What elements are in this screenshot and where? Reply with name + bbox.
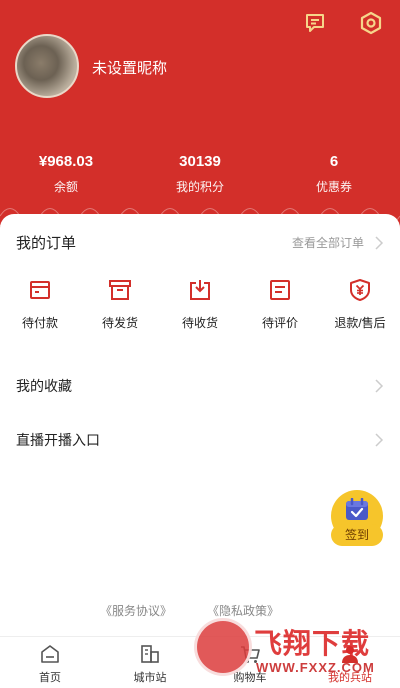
view-all-orders-link[interactable]: 查看全部订单: [292, 234, 364, 251]
tab-home[interactable]: 首页: [0, 637, 100, 688]
tab-label: 城市站: [133, 672, 167, 684]
stat-label: 余额: [53, 180, 78, 194]
receive-icon: [160, 276, 240, 304]
stat-points[interactable]: 30139 我的积分: [132, 152, 268, 195]
chevron-right-icon: [375, 379, 384, 393]
stat-balance[interactable]: ¥968.03 余额: [0, 152, 132, 195]
row-label: 直播开播入口: [16, 432, 100, 448]
orders-title: 我的订单: [16, 235, 77, 252]
home-icon: [39, 643, 61, 665]
order-pending-shipment[interactable]: 待发货: [80, 276, 160, 331]
stat-value: 30139: [179, 153, 221, 170]
watermark: 飞翔下载 WWW.FXXZ.COM: [190, 614, 390, 684]
review-icon: [240, 276, 320, 304]
refund-shield-icon: [320, 276, 400, 304]
city-icon: [139, 643, 161, 665]
order-label: 待评价: [261, 316, 298, 330]
order-label: 待发货: [101, 316, 138, 330]
tab-label: 首页: [39, 672, 61, 684]
avatar[interactable]: [15, 34, 79, 98]
stat-label: 优惠券: [315, 180, 352, 194]
watermark-text: 飞翔下载: [254, 628, 371, 659]
stat-label: 我的积分: [175, 180, 224, 194]
settings-icon[interactable]: [356, 8, 386, 38]
checkin-label: 签到: [331, 524, 383, 546]
profile-header: 未设置昵称 ¥968.03 余额 30139 我的积分 6 优惠券: [0, 0, 400, 232]
order-pending-review[interactable]: 待评价: [240, 276, 320, 331]
order-label: 待收货: [181, 316, 218, 330]
stat-value: ¥968.03: [38, 153, 94, 170]
stat-value: 6: [329, 153, 339, 170]
live-stream-row[interactable]: 直播开播入口: [0, 428, 400, 452]
order-label: 退款/售后: [334, 316, 386, 330]
order-pending-receipt[interactable]: 待收货: [160, 276, 240, 331]
favorites-row[interactable]: 我的收藏: [0, 374, 400, 398]
orders-header: 我的订单 查看全部订单: [0, 232, 400, 254]
checkin-button[interactable]: 签到: [331, 490, 383, 548]
stat-coupons[interactable]: 6 优惠券: [268, 152, 400, 195]
account-stats: ¥968.03 余额 30139 我的积分 6 优惠券: [0, 152, 400, 195]
chevron-right-icon: [375, 236, 384, 250]
chevron-right-icon: [375, 433, 384, 447]
order-label: 待付款: [21, 316, 58, 330]
box-icon: [80, 276, 160, 304]
watermark-logo-icon: [194, 618, 252, 676]
order-refund[interactable]: 退款/售后: [320, 276, 400, 331]
row-label: 我的收藏: [16, 378, 72, 394]
wallet-icon: [0, 276, 80, 304]
watermark-url: WWW.FXXZ.COM: [256, 660, 375, 675]
message-icon[interactable]: [300, 8, 330, 38]
order-status-row: 待付款 待发货 待收货 待评价 退款/售后: [0, 276, 400, 331]
tab-city[interactable]: 城市站: [100, 637, 200, 688]
order-pending-payment[interactable]: 待付款: [0, 276, 80, 331]
service-agreement-link[interactable]: 《服务协议》: [100, 602, 172, 619]
nickname[interactable]: 未设置昵称: [92, 57, 167, 78]
